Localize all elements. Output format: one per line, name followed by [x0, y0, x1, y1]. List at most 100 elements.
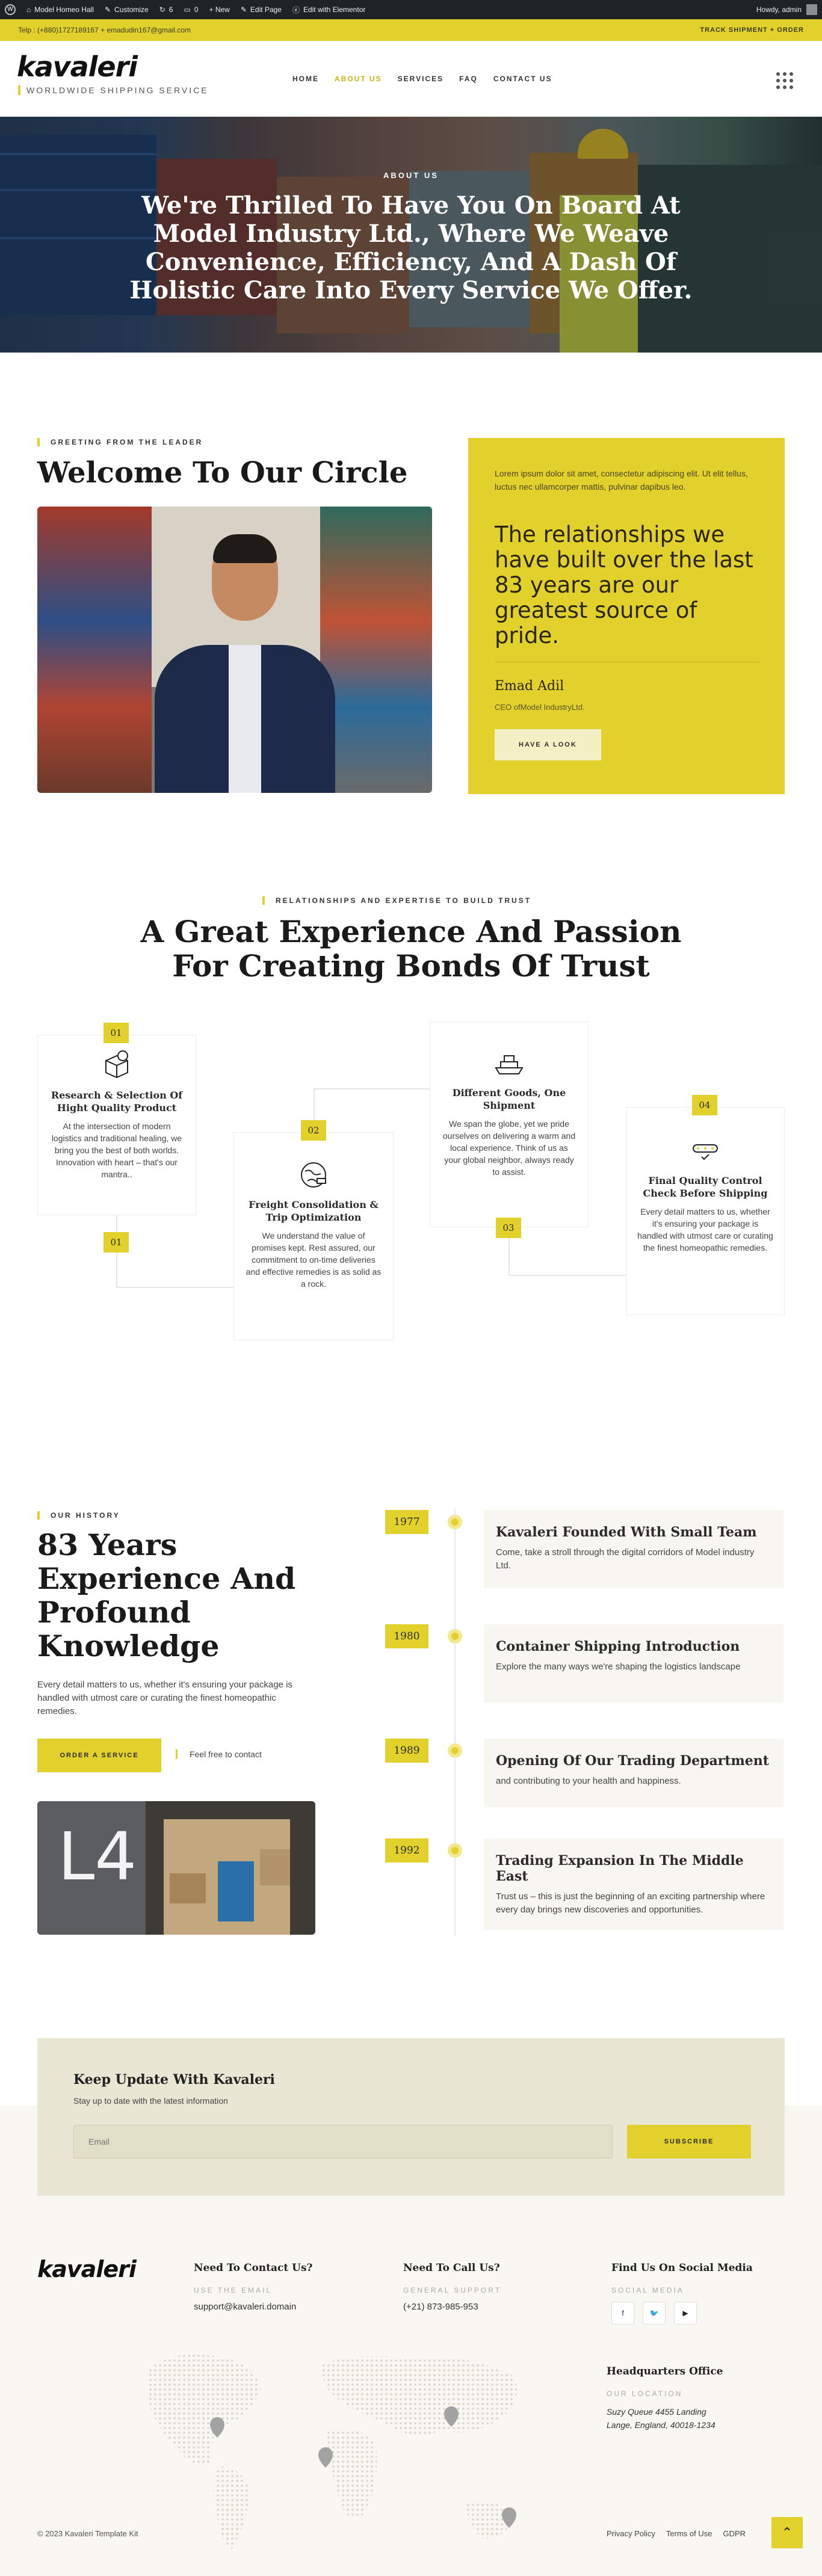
hero-title: We're Thrilled To Have You On Board At M… — [129, 191, 693, 304]
timeline-year: 1977 — [385, 1510, 428, 1534]
timeline-dot — [448, 1743, 462, 1758]
process-card-desc: We understand the value of promises kept… — [246, 1231, 382, 1289]
process-card-2: Freight Consolidation & Trip Optimizatio… — [233, 1132, 394, 1340]
gdpr-link[interactable]: GDPR — [723, 2529, 746, 2538]
howdy-label: Howdy, admin — [756, 5, 802, 14]
greeting-eyebrow: GREETING FROM THE LEADER — [37, 438, 203, 446]
topbar-links[interactable]: TRACK SHIPMENT + ORDER — [700, 26, 804, 34]
site-logo[interactable]: kavaleri — [17, 51, 138, 83]
process-card-title: Research & Selection Of Hight Quality Pr… — [51, 1089, 183, 1114]
trust-title: A Great Experience And Passion For Creat… — [140, 914, 682, 984]
contact-note[interactable]: Feel free to contact — [176, 1749, 262, 1759]
youtube-icon[interactable]: ▶ — [674, 2302, 697, 2325]
avatar — [806, 4, 817, 15]
wp-logo-menu[interactable]: W — [5, 4, 16, 15]
new-content-link[interactable]: + New — [209, 5, 230, 14]
timeline-desc: Come, take a stroll through the digital … — [496, 1547, 755, 1571]
customize-link[interactable]: ✎ Customize — [105, 5, 149, 14]
timeline-year: 1989 — [385, 1739, 428, 1763]
cargo-ship-icon — [495, 1055, 524, 1074]
nav-about-us[interactable]: ABOUT US — [335, 75, 382, 83]
newsletter-title: Keep Update With Kavaleri — [73, 2072, 275, 2088]
footer-social-heading: Find Us On Social Media — [611, 2262, 753, 2274]
greeting-title: Welcome To Our Circle — [37, 456, 408, 490]
social-links: f 🐦 ▶ — [611, 2302, 697, 2325]
hq-address: Suzy Queue 4455 Landing Lange, England, … — [607, 2407, 715, 2430]
topbar-contact: Telp : (+880)1727189167 + emadudin167@gm… — [18, 26, 191, 34]
process-card-4: Final Quality Control Check Before Shipp… — [626, 1107, 785, 1315]
edit-page-label: Edit Page — [250, 5, 282, 14]
copyright: © 2023 Kavaleri Template Kit — [37, 2529, 138, 2538]
menu-grid-icon[interactable] — [776, 72, 793, 89]
comments-link[interactable]: ▭ 0 — [184, 5, 198, 14]
timeline-dot — [448, 1629, 462, 1644]
process-card-title: Final Quality Control Check Before Shipp… — [643, 1175, 768, 1199]
hq-label: OUR LOCATION — [607, 2390, 683, 2398]
account-menu[interactable]: Howdy, admin — [756, 4, 817, 15]
nav-faq[interactable]: FAQ — [459, 75, 478, 83]
leader-name: Emad Adil — [495, 679, 564, 694]
nav-contact-us[interactable]: CONTACT US — [493, 75, 552, 83]
timeline-year: 1992 — [385, 1838, 428, 1863]
process-card-title: Freight Consolidation & Trip Optimizatio… — [249, 1199, 379, 1223]
timeline-card: Container Shipping Introduction Explore … — [484, 1624, 783, 1702]
email-input[interactable] — [73, 2125, 613, 2158]
edit-page-link[interactable]: ✎ Edit Page — [241, 5, 282, 14]
hq-heading: Headquarters Office — [607, 2365, 723, 2377]
customize-label: Customize — [114, 5, 149, 14]
history-desc: Every detail matters to us, whether it's… — [37, 1680, 292, 1716]
updates-count: 6 — [168, 5, 173, 14]
timeline-card: Kavaleri Founded With Small Team Come, t… — [484, 1510, 783, 1588]
process-card-desc: Every detail matters to us, whether it's… — [637, 1207, 773, 1253]
privacy-policy-link[interactable]: Privacy Policy — [607, 2529, 655, 2538]
site-tagline: WORLDWIDE SHIPPING SERVICE — [18, 85, 209, 95]
wp-admin-bar: W ⌂ Model Homeo Hall ✎ Customize ↻ 6 ▭ 0 + N… — [0, 0, 822, 19]
scroll-to-top-button[interactable]: ⌃ — [771, 2517, 803, 2548]
site-name-link[interactable]: ⌂ Model Homeo Hall — [26, 5, 94, 14]
process-card-desc: We span the globe, yet we pride ourselve… — [442, 1119, 576, 1177]
world-map — [147, 2354, 517, 2551]
step-number: 03 — [496, 1218, 521, 1238]
footer-email-label: USE THE EMAIL — [194, 2286, 273, 2294]
footer-contact-heading: Need To Contact Us? — [194, 2262, 313, 2274]
twitter-icon[interactable]: 🐦 — [643, 2302, 666, 2325]
pencil-icon: ✎ — [240, 5, 247, 14]
process-card-3: Different Goods, One Shipment We span th… — [430, 1021, 589, 1227]
photo-sign: L4 — [58, 1818, 137, 1895]
timeline-card: Trading Expansion In The Middle East Tru… — [484, 1838, 783, 1930]
timeline-dot — [448, 1515, 462, 1529]
footer-email[interactable]: support@kavaleri.domain — [194, 2302, 296, 2312]
main-nav: HOME ABOUT US SERVICES FAQ CONTACT US — [292, 75, 552, 83]
refresh-icon: ↻ — [159, 5, 165, 14]
timeline-desc: Trust us – this is just the beginning of… — [496, 1891, 765, 1915]
process-card-desc: At the intersection of modern logistics … — [51, 1121, 182, 1179]
timeline-title: Opening Of Our Trading Department — [496, 1753, 769, 1769]
elementor-link[interactable]: ⓔ Edit with Elementor — [292, 5, 365, 15]
new-label: + New — [209, 5, 230, 14]
nav-services[interactable]: SERVICES — [398, 75, 443, 83]
globe-truck-icon — [301, 1162, 326, 1188]
step-number: 01 — [104, 1023, 129, 1043]
timeline-title: Container Shipping Introduction — [496, 1639, 740, 1654]
subscribe-button[interactable]: SUBSCRIBE — [627, 2125, 751, 2158]
footer-social-label: SOCIAL MEDIA — [611, 2286, 684, 2294]
newsletter-box: Keep Update With Kavaleri Stay up to dat… — [37, 2038, 785, 2196]
footer-logo[interactable]: kavaleri — [37, 2256, 137, 2282]
newsletter-subtitle: Stay up to date with the latest informat… — [73, 2096, 228, 2106]
elementor-icon: ⓔ — [292, 5, 300, 14]
box-icon — [105, 1050, 128, 1079]
nav-home[interactable]: HOME — [292, 75, 319, 83]
have-a-look-button[interactable]: HAVE A LOOK — [495, 729, 601, 760]
process-card-title: Different Goods, One Shipment — [452, 1087, 566, 1111]
order-service-button[interactable]: ORDER A SERVICE — [37, 1739, 161, 1772]
footer-support-label: GENERAL SUPPORT — [403, 2286, 502, 2294]
terms-link[interactable]: Terms of Use — [666, 2529, 712, 2538]
chevron-up-icon: ⌃ — [781, 2525, 793, 2540]
footer-phone[interactable]: (+21) 873-985-953 — [403, 2302, 478, 2312]
timeline-desc: and contributing to your health and happ… — [496, 1776, 681, 1786]
footer-call-heading: Need To Call Us? — [403, 2262, 500, 2274]
updates-link[interactable]: ↻ 6 — [159, 5, 173, 14]
brush-icon: ✎ — [104, 5, 111, 14]
facebook-icon[interactable]: f — [611, 2302, 634, 2325]
home-icon: ⌂ — [26, 5, 31, 14]
